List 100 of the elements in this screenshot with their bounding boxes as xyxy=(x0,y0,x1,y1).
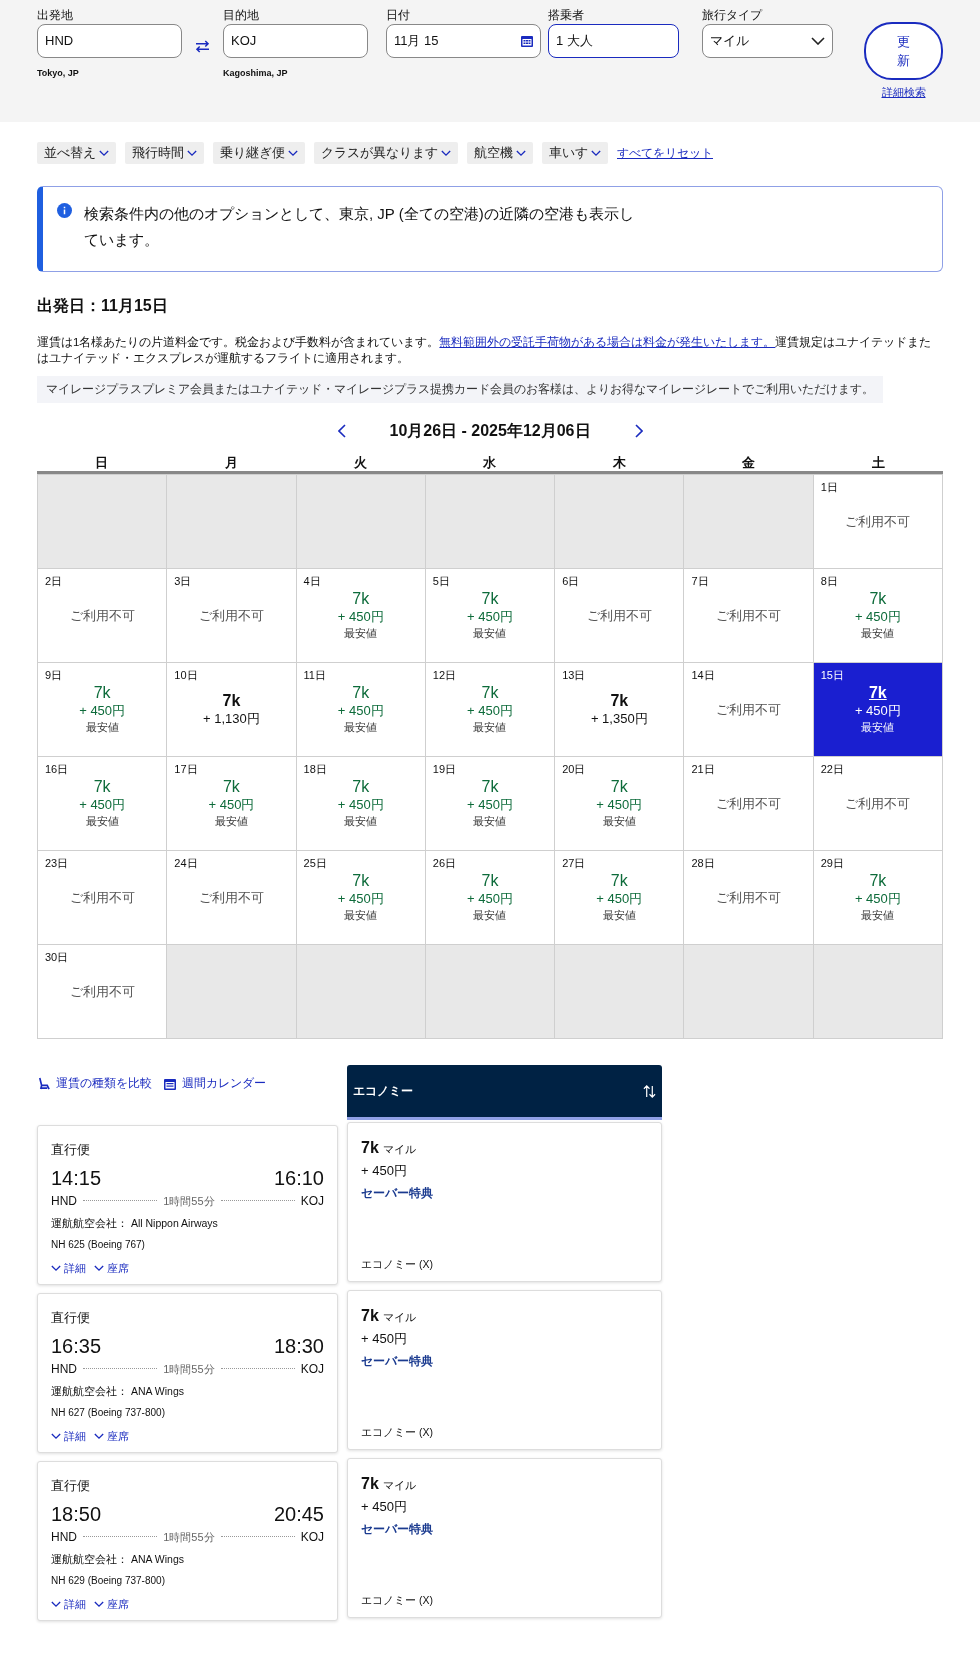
field-label: 搭乗者 xyxy=(548,8,585,24)
calendar-day[interactable]: 10日 7k + 1,130円 xyxy=(167,663,297,758)
calendar-day[interactable]: 24日 ご利用不可 xyxy=(167,851,297,946)
calendar-day[interactable]: 29日 7k + 450円 最安値 xyxy=(813,851,943,946)
details-link[interactable]: 詳細 xyxy=(51,1428,86,1445)
details-link[interactable]: 詳細 xyxy=(51,1260,86,1277)
fare-type: セーバー特典 xyxy=(361,1521,434,1537)
field-label: 日付 xyxy=(386,8,411,24)
date-heading: 出発日：11月15日 xyxy=(37,296,169,316)
fare-card[interactable]: 7k マイル + 450円 セーバー特典 エコノミー (X) xyxy=(347,1122,662,1283)
filter-dropdown[interactable]: 乗り継ぎ便 xyxy=(213,142,305,164)
chevron-down-icon xyxy=(811,37,825,45)
cabin-class: エコノミー (X) xyxy=(361,1424,434,1440)
calendar-day[interactable]: 19日 7k + 450円 最安値 xyxy=(425,757,556,852)
input-field[interactable]: 1 大人 xyxy=(548,24,679,58)
fare-card[interactable]: 7k マイル + 450円 セーバー特典 エコノミー (X) xyxy=(347,1290,662,1451)
member-note: マイレージプラスプレミア会員またはユナイテッド・マイレージプラス提携カード会員のお客様は、よりお得なマイレージレートでご利用いただけます。 xyxy=(37,376,883,404)
cabin-class: エコノミー (X) xyxy=(361,1592,434,1608)
weekday-label: 金 xyxy=(742,455,756,471)
advanced-search-link[interactable]: 詳細検索 xyxy=(881,84,926,101)
calendar-day[interactable]: 11日 7k + 450円 最安値 xyxy=(296,663,426,758)
chevron-down-icon xyxy=(288,149,298,157)
calendar-day[interactable]: 13日 7k + 1,350円 xyxy=(555,663,685,758)
details-link[interactable]: 詳細 xyxy=(51,1596,86,1613)
airport-code: KOJ xyxy=(300,1192,324,1210)
calendar-day[interactable]: 5日 7k + 450円 最安値 xyxy=(425,569,556,664)
date-field[interactable]: 11月 15 xyxy=(386,24,541,58)
cabin-class: エコノミー (X) xyxy=(361,1256,434,1272)
chevron-down-icon xyxy=(99,149,109,157)
calendar-day[interactable]: 16日 7k + 450円 最安値 xyxy=(38,757,168,852)
calendar-day[interactable]: 15日 7k + 450円 最安値 xyxy=(813,663,943,758)
calendar-day[interactable]: 26日 7k + 450円 最安値 xyxy=(425,851,556,946)
calendar-day[interactable]: 12日 7k + 450円 最安値 xyxy=(425,663,556,758)
calendar-day[interactable]: 18日 7k + 450円 最安値 xyxy=(296,757,426,852)
departure-time: 16:35 xyxy=(51,1333,102,1358)
flight-card[interactable]: 直行便 14:15 16:10 HND 1時間55分 KOJ 運航航空会社： All Nippon Airways NH 625 (Boeing 767) 詳細 座席 xyxy=(37,1125,338,1286)
previous-button[interactable] xyxy=(337,424,346,439)
filter-dropdown[interactable]: 航空機 xyxy=(467,142,533,164)
field-label: 出発地 xyxy=(37,8,74,24)
fare-note: 運賃は1名様あたりの片道料金です。税金および手数料が含まれています。無料範囲外の受託手荷物がある場合は料金が発生いたします。運賃規定はユナイテッドまたはユナイテッド・エクスプレスが運航するフライトに適用されます。 xyxy=(37,335,933,366)
chevron-down-icon xyxy=(51,1432,61,1440)
chevron-down-icon xyxy=(441,149,451,157)
weekday-label: 水 xyxy=(483,455,497,471)
miles-price: 7k xyxy=(361,1306,379,1327)
calendar-icon xyxy=(521,35,533,47)
airport-code: HND xyxy=(51,1192,77,1210)
calendar-day[interactable]: 20日 7k + 450円 最安値 xyxy=(555,757,685,852)
travel-type-dropdown[interactable]: マイル xyxy=(702,24,833,58)
chevron-down-icon xyxy=(591,149,601,157)
field-label: 目的地 xyxy=(223,8,260,24)
chevron-down-icon xyxy=(516,149,526,157)
filter-dropdown[interactable]: クラスが異なります xyxy=(314,142,458,164)
filter-dropdown[interactable]: 並べ替え xyxy=(37,142,116,164)
baggage-link[interactable]: 無料範囲外の受託手荷物がある場合は料金が発生いたします。 xyxy=(439,336,776,348)
flight-card[interactable]: 直行便 18:50 20:45 HND 1時間55分 KOJ 運航航空会社： ANA Wings NH 629 (Boeing 737-800) 詳細 座席 xyxy=(37,1461,338,1622)
chevron-down-icon xyxy=(51,1264,61,1272)
calendar-day[interactable]: 27日 7k + 450円 最安値 xyxy=(555,851,685,946)
calendar-day[interactable]: 17日 7k + 450円 最安値 xyxy=(167,757,297,852)
calendar-day[interactable]: 30日 ご利用不可 xyxy=(38,945,168,1040)
calendar-day[interactable]: 22日 ご利用不可 xyxy=(813,757,943,852)
flight-card[interactable]: 直行便 16:35 18:30 HND 1時間55分 KOJ 運航航空会社： ANA Wings NH 627 (Boeing 737-800) 詳細 座席 xyxy=(37,1293,338,1454)
arrival-time: 20:45 xyxy=(273,1501,324,1526)
calendar-day[interactable]: 23日 ご利用不可 xyxy=(38,851,168,946)
weekday-label: 月 xyxy=(224,455,238,471)
seats-link[interactable]: 座席 xyxy=(94,1260,129,1277)
filter-dropdown[interactable]: 飛行時間 xyxy=(125,142,204,164)
location-caption: Tokyo, JP xyxy=(37,67,80,80)
seats-link[interactable]: 座席 xyxy=(94,1428,129,1445)
update-button[interactable]: 更新 xyxy=(864,22,943,80)
calendar-day[interactable]: 2日 ご利用不可 xyxy=(38,569,168,664)
calendar-day[interactable]: 4日 7k + 450円 最安値 xyxy=(296,569,426,664)
reset-link[interactable]: すべてをリセット xyxy=(617,144,713,162)
calendar-day[interactable]: 21日 ご利用不可 xyxy=(684,757,814,852)
flight-number: NH 629 (Boeing 737-800) xyxy=(51,1573,166,1588)
fare-card[interactable]: 7k マイル + 450円 セーバー特典 エコノミー (X) xyxy=(347,1458,662,1619)
chevron-down-icon xyxy=(94,1600,104,1608)
miles-unit: マイル xyxy=(382,1142,416,1158)
calendar-day[interactable]: 8日 7k + 450円 最安値 xyxy=(813,569,943,664)
weekday-label: 土 xyxy=(871,455,885,471)
calendar-day[interactable]: 28日 ご利用不可 xyxy=(684,851,814,946)
airport-code: KOJ xyxy=(300,1360,324,1378)
calendar-day[interactable]: 14日 ご利用不可 xyxy=(684,663,814,758)
filter-dropdown[interactable]: 車いす xyxy=(542,142,608,164)
view-link[interactable]: 週間カレンダー xyxy=(164,1075,266,1093)
input-field[interactable]: HND xyxy=(37,24,182,58)
flight-type: 直行便 xyxy=(51,1309,91,1328)
calendar-day[interactable]: 6日 ご利用不可 xyxy=(555,569,685,664)
weekday-label: 火 xyxy=(354,455,368,471)
chevron-down-icon xyxy=(51,1600,61,1608)
calendar-day[interactable]: 3日 ご利用不可 xyxy=(167,569,297,664)
next-button[interactable] xyxy=(634,424,643,439)
view-link[interactable]: 運賃の種類を比較 xyxy=(37,1075,152,1093)
departure-time: 14:15 xyxy=(51,1165,102,1190)
airport-code: HND xyxy=(51,1528,77,1546)
calendar-day[interactable]: 9日 7k + 450円 最安値 xyxy=(38,663,168,758)
calendar-day[interactable]: 25日 7k + 450円 最安値 xyxy=(296,851,426,946)
calendar-day[interactable]: 1日 ご利用不可 xyxy=(813,475,943,570)
calendar-day[interactable]: 7日 ご利用不可 xyxy=(684,569,814,664)
input-field[interactable]: KOJ xyxy=(223,24,368,58)
seats-link[interactable]: 座席 xyxy=(94,1596,129,1613)
